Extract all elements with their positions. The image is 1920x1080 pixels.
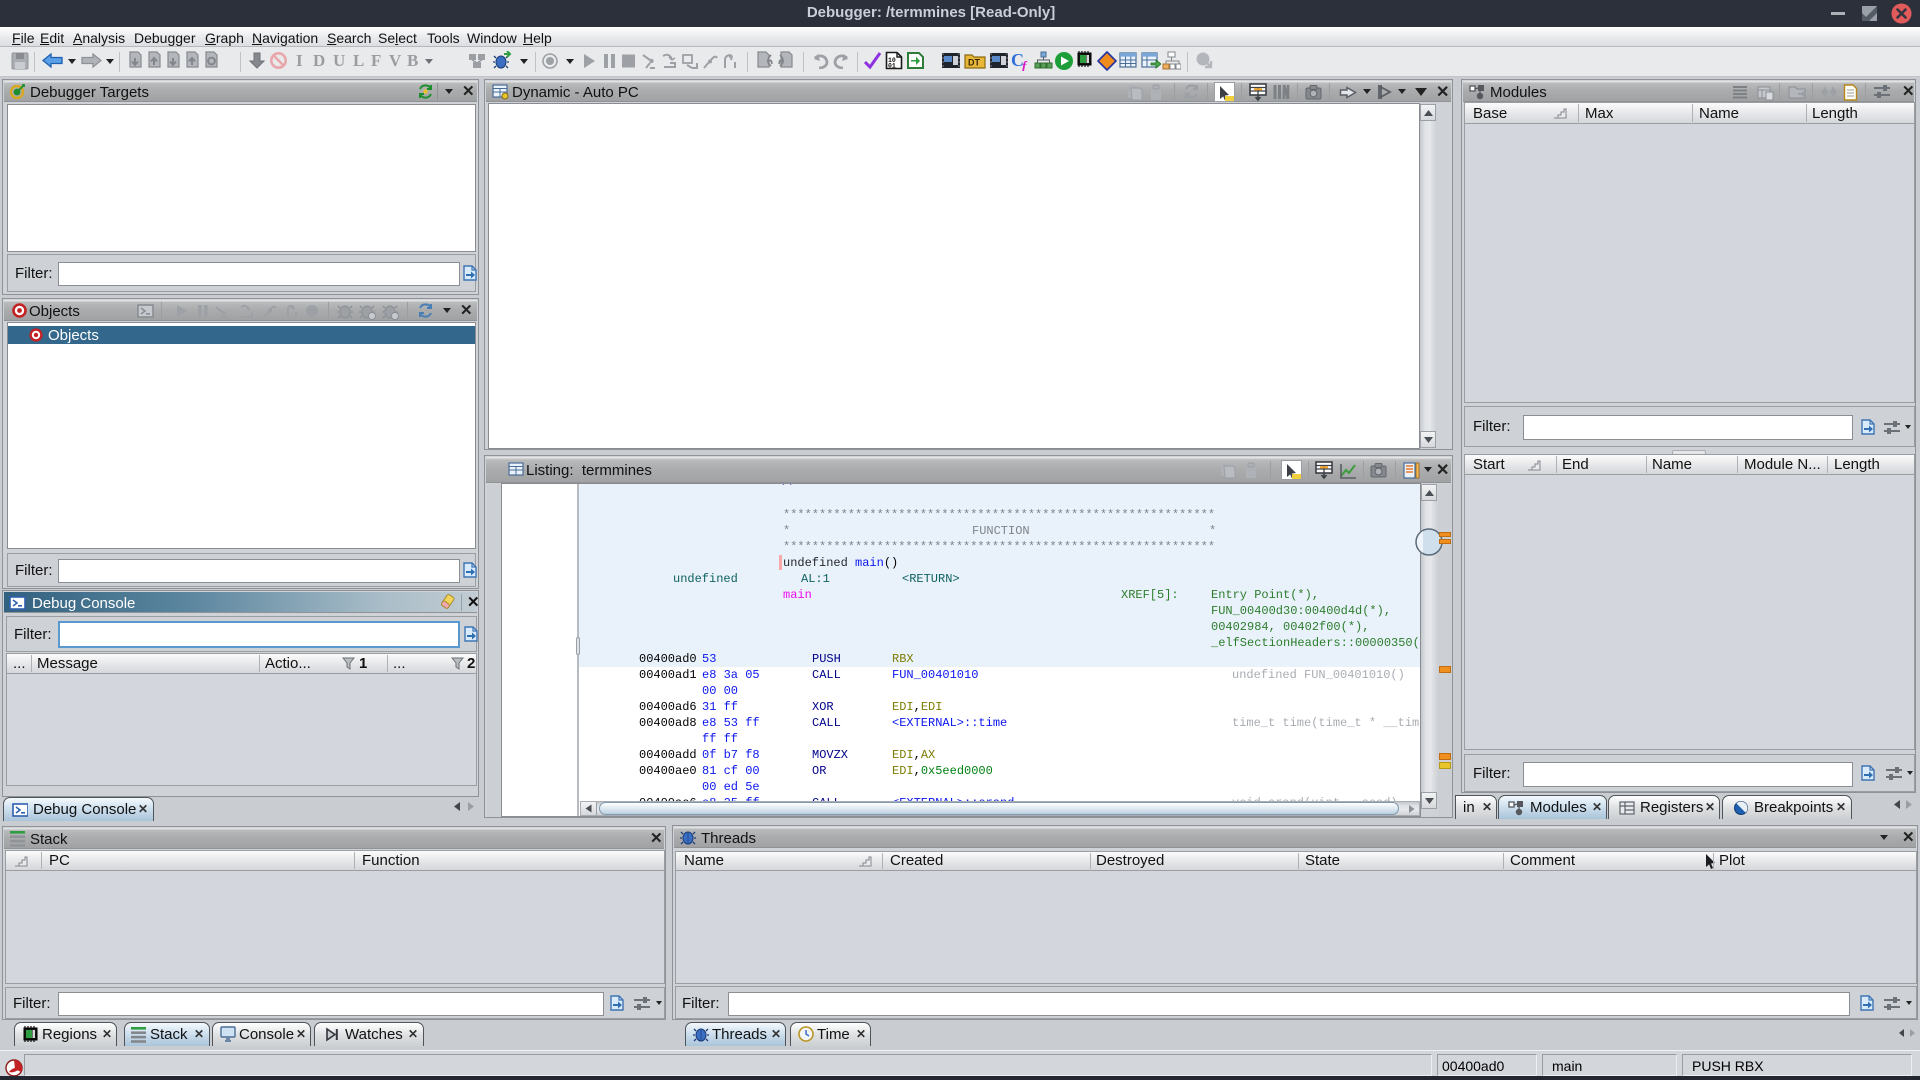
svg-text:01: 01 bbox=[888, 63, 896, 70]
svg-text:f: f bbox=[1022, 58, 1028, 71]
svg-text:DT: DT bbox=[968, 58, 980, 68]
